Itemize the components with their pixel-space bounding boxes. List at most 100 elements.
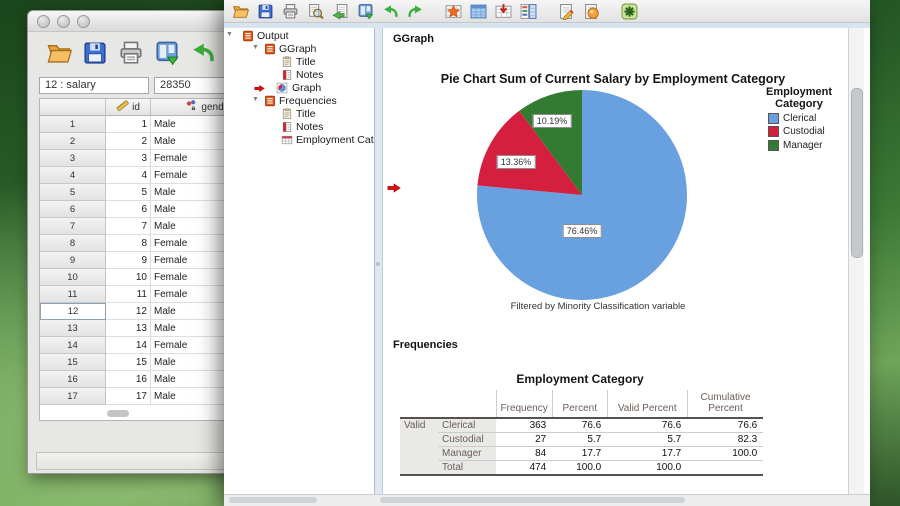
grid-corner-cell[interactable] <box>40 99 106 116</box>
table-row: ValidClerical36376.676.676.6 <box>400 418 763 433</box>
recall-dialogs-icon[interactable] <box>153 40 180 67</box>
outline-item-title[interactable]: Title <box>224 108 374 121</box>
id-cell[interactable]: 5 <box>106 184 151 201</box>
column-header-id[interactable]: id <box>106 99 151 116</box>
minimize-button[interactable] <box>57 15 70 28</box>
table-row: Manager8417.717.7100.0 <box>400 447 763 461</box>
vertical-scrollbar[interactable] <box>848 28 864 495</box>
print-icon[interactable] <box>281 2 299 20</box>
row-number-cell[interactable]: 16 <box>40 371 106 388</box>
desktop: 12 : salary 28350 id a gender 11Male22Ma… <box>0 0 900 506</box>
zoom-button[interactable] <box>77 15 90 28</box>
id-cell[interactable]: 3 <box>106 150 151 167</box>
table-cell: 82.3 <box>687 433 763 447</box>
id-cell[interactable]: 14 <box>106 337 151 354</box>
id-cell[interactable]: 7 <box>106 218 151 235</box>
row-number-cell[interactable]: 1 <box>40 116 106 133</box>
id-cell[interactable]: 12 <box>106 303 151 320</box>
id-cell[interactable]: 10 <box>106 269 151 286</box>
outline-item-label: Frequencies <box>279 95 337 108</box>
legend-swatch-icon <box>768 126 779 137</box>
frequencies-heading: Frequencies <box>393 339 458 351</box>
redo-icon[interactable] <box>406 2 424 20</box>
row-number-cell[interactable]: 4 <box>40 167 106 184</box>
row-number-cell[interactable]: 3 <box>40 150 106 167</box>
row-number-cell[interactable]: 12 <box>40 303 106 320</box>
table-cell: 84 <box>496 447 552 461</box>
id-cell[interactable]: 2 <box>106 133 151 150</box>
outline-item-ggraph[interactable]: ▼GGraph <box>224 43 374 56</box>
vertical-scrollbar-thumb[interactable] <box>851 88 863 258</box>
outline-item-notes[interactable]: Notes <box>224 69 374 82</box>
id-cell[interactable]: 17 <box>106 388 151 405</box>
legend-entry: Clerical <box>751 113 847 124</box>
id-cell[interactable]: 4 <box>106 167 151 184</box>
goto-data-icon[interactable] <box>444 2 462 20</box>
table-icon <box>281 134 293 149</box>
row-number-cell[interactable]: 14 <box>40 337 106 354</box>
outline-item-frequencies[interactable]: ▼ Frequencies <box>224 95 374 108</box>
row-number-cell[interactable]: 15 <box>40 354 106 371</box>
disclosure-triangle-icon[interactable]: ▼ <box>252 44 259 51</box>
id-cell[interactable]: 6 <box>106 201 151 218</box>
undo-icon[interactable] <box>189 40 216 67</box>
undo-icon[interactable] <box>381 2 399 20</box>
outline-item-employment-cate[interactable]: Employment Cate <box>224 134 374 147</box>
designate-window-icon[interactable] <box>582 2 600 20</box>
row-number-cell[interactable]: 9 <box>40 252 106 269</box>
print-preview-icon[interactable] <box>306 2 324 20</box>
variables-icon[interactable] <box>519 2 537 20</box>
row-number-cell[interactable]: 2 <box>40 133 106 150</box>
outline-item-title[interactable]: Title <box>224 56 374 69</box>
id-cell[interactable]: 16 <box>106 371 151 388</box>
row-number-cell[interactable]: 11 <box>40 286 106 303</box>
pie-chart-output[interactable]: Pie Chart Sum of Current Salary by Emplo… <box>413 68 843 353</box>
disclosure-triangle-icon[interactable]: ▼ <box>252 96 259 103</box>
insert-case-icon[interactable] <box>494 2 512 20</box>
outline-item-notes[interactable]: Notes <box>224 121 374 134</box>
row-number-cell[interactable]: 13 <box>40 320 106 337</box>
table-cell: 5.7 <box>607 433 687 447</box>
id-cell[interactable]: 1 <box>106 116 151 133</box>
export-icon[interactable] <box>331 2 349 20</box>
horizontal-scrollbar[interactable] <box>224 494 870 506</box>
open-icon[interactable] <box>231 2 249 20</box>
table-cell: 17.7 <box>607 447 687 461</box>
outline-hscroll-thumb[interactable] <box>229 497 317 503</box>
row-number-cell[interactable]: 7 <box>40 218 106 235</box>
horizontal-scrollbar-thumb[interactable] <box>107 410 129 417</box>
row-label: Manager <box>438 447 496 461</box>
row-number-cell[interactable]: 17 <box>40 388 106 405</box>
table-cell: 76.6 <box>687 418 763 433</box>
disclosure-triangle-icon[interactable]: ▼ <box>226 31 233 38</box>
outline-item-graph[interactable]: Graph <box>224 82 374 95</box>
row-number-cell[interactable]: 6 <box>40 201 106 218</box>
pie-chart[interactable] <box>472 85 692 305</box>
id-cell[interactable]: 9 <box>106 252 151 269</box>
cell-reference-field[interactable]: 12 : salary <box>39 77 149 94</box>
row-number-cell[interactable]: 8 <box>40 235 106 252</box>
print-icon[interactable] <box>117 40 144 67</box>
recall-dialogs-icon[interactable] <box>356 2 374 20</box>
table-cell: 17.7 <box>552 447 607 461</box>
row-number-cell[interactable]: 10 <box>40 269 106 286</box>
select-last-output-icon[interactable] <box>469 2 487 20</box>
id-cell[interactable]: 13 <box>106 320 151 337</box>
pane-splitter[interactable] <box>375 28 383 495</box>
row-number-cell[interactable]: 5 <box>40 184 106 201</box>
content-hscroll-thumb[interactable] <box>380 497 685 503</box>
outline-item-label: Title <box>296 56 315 69</box>
id-cell[interactable]: 8 <box>106 235 151 252</box>
viewer-window: ▼Output▼GGraphTitleNotesGraph▼Frequencie… <box>224 0 870 506</box>
outline-item-output[interactable]: ▼Output <box>224 30 374 43</box>
edit-output-icon[interactable] <box>557 2 575 20</box>
id-cell[interactable]: 11 <box>106 286 151 303</box>
frequency-table[interactable]: Frequency Percent Valid Percent Cumulati… <box>400 390 763 476</box>
close-button[interactable] <box>37 15 50 28</box>
save-icon[interactable] <box>256 2 274 20</box>
id-cell[interactable]: 15 <box>106 354 151 371</box>
open-icon[interactable] <box>45 40 72 67</box>
use-sets-icon[interactable] <box>620 2 638 20</box>
legend-label: Manager <box>783 140 822 151</box>
save-icon[interactable] <box>81 40 108 67</box>
